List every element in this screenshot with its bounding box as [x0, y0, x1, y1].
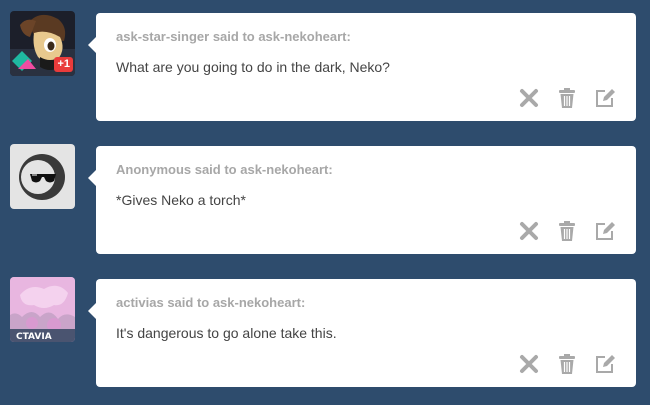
ask-card: Anonymous said to ask-nekoheart: *Gives …	[88, 146, 636, 254]
delete-button[interactable]	[518, 353, 540, 375]
question-text: What are you going to do in the dark, Ne…	[116, 59, 390, 75]
asker-attribution[interactable]: Anonymous said to ask-nekoheart:	[116, 162, 333, 177]
ask-feed: +1 ask-star-singer said to ask-nekoheart…	[0, 0, 650, 405]
edit-button[interactable]	[594, 220, 616, 242]
avatar-caption: CTAVIA	[16, 332, 52, 342]
edit-icon	[596, 222, 615, 240]
trash-button[interactable]	[556, 353, 578, 375]
avatar[interactable]: +1	[10, 11, 75, 76]
close-icon	[520, 222, 538, 240]
edit-button[interactable]	[594, 353, 616, 375]
question-text: *Gives Neko a torch*	[116, 192, 246, 208]
trash-button[interactable]	[556, 87, 578, 109]
ask-post: Anonymous said to ask-nekoheart: *Gives …	[0, 144, 650, 254]
delete-button[interactable]	[518, 220, 540, 242]
asker-attribution[interactable]: ask-star-singer said to ask-nekoheart:	[116, 29, 351, 44]
ask-post: CTAVIA activias said to ask-nekoheart: I…	[0, 277, 650, 387]
trash-icon	[559, 354, 575, 374]
avatar-activias-image: CTAVIA	[10, 277, 75, 342]
close-icon	[520, 89, 538, 107]
edit-button[interactable]	[594, 87, 616, 109]
ask-card: activias said to ask-nekoheart: It's dan…	[88, 279, 636, 387]
avatar[interactable]: CTAVIA	[10, 277, 75, 342]
question-text: It's dangerous to go alone take this.	[116, 325, 337, 341]
trash-button[interactable]	[556, 220, 578, 242]
avatar[interactable]	[10, 144, 75, 209]
ask-post: +1 ask-star-singer said to ask-nekoheart…	[0, 11, 650, 121]
post-actions	[518, 87, 616, 109]
asker-attribution[interactable]: activias said to ask-nekoheart:	[116, 295, 305, 310]
trash-icon	[559, 88, 575, 108]
edit-icon	[596, 89, 615, 107]
edit-icon	[596, 355, 615, 373]
delete-button[interactable]	[518, 87, 540, 109]
plus-one-badge: +1	[54, 57, 73, 72]
post-actions	[518, 220, 616, 242]
avatar-anonymous-image	[10, 144, 75, 209]
trash-icon	[559, 221, 575, 241]
close-icon	[520, 355, 538, 373]
ask-card: ask-star-singer said to ask-nekoheart: W…	[88, 13, 636, 121]
post-actions	[518, 353, 616, 375]
